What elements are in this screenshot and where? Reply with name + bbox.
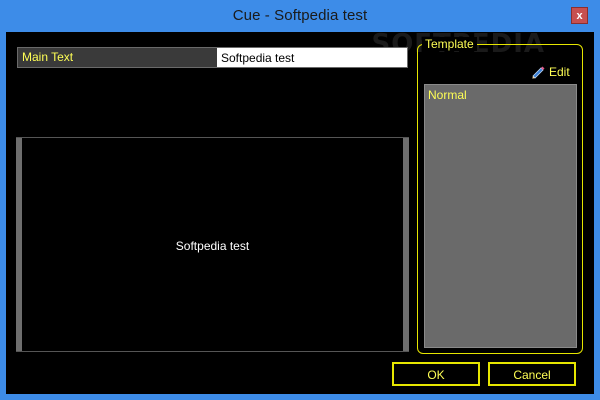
title-bar[interactable]: Cue - Softpedia test x [0, 0, 600, 32]
edit-label: Edit [549, 65, 570, 79]
ok-button[interactable]: OK [392, 362, 480, 386]
main-text-label: Main Text [18, 48, 217, 67]
close-button[interactable]: x [571, 7, 588, 24]
preview-panel: Softpedia test [16, 137, 409, 352]
main-text-input[interactable] [217, 48, 407, 67]
preview-right-bar [403, 138, 409, 351]
template-list[interactable]: Normal [424, 84, 577, 348]
edit-template-button[interactable]: Edit [530, 63, 570, 81]
template-legend: Template [422, 37, 477, 51]
cue-window: Cue - Softpedia test x SOFTPEDIA Main Te… [0, 0, 600, 400]
main-text-row: Main Text [17, 47, 408, 68]
window-title: Cue - Softpedia test [232, 7, 368, 24]
cancel-button[interactable]: Cancel [488, 362, 576, 386]
preview-text: Softpedia test [175, 239, 250, 253]
template-item-normal[interactable]: Normal [428, 88, 467, 102]
pencil-icon [530, 65, 546, 81]
